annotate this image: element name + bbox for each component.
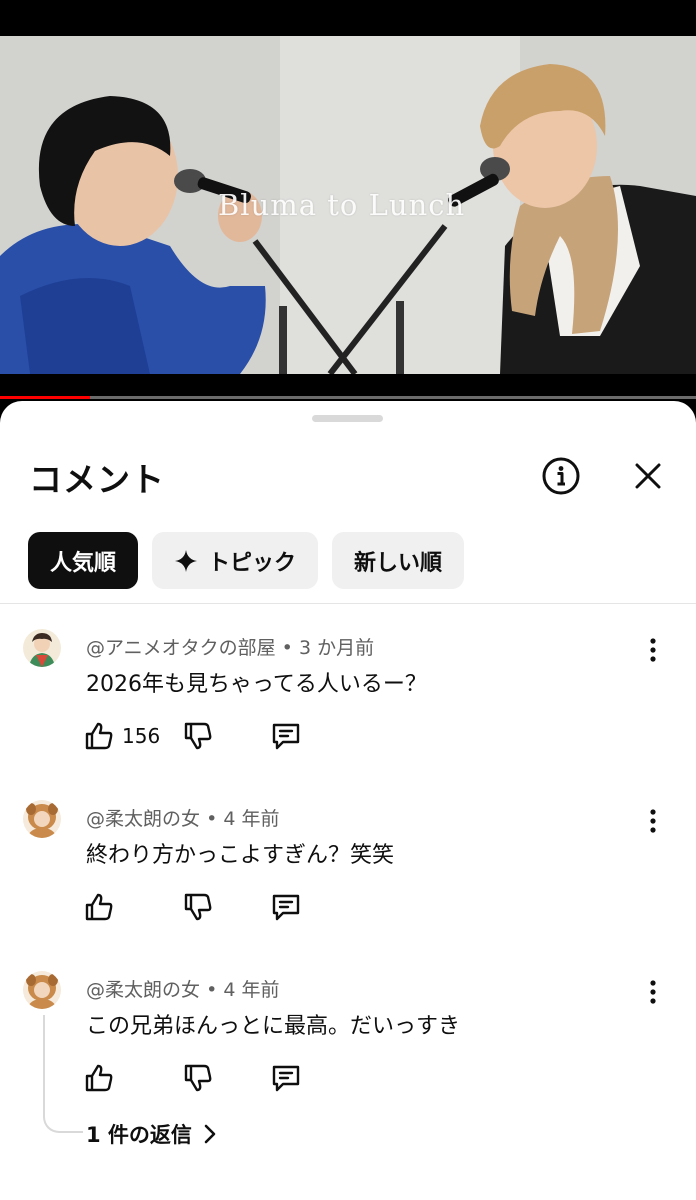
- like-button[interactable]: 156: [84, 719, 160, 753]
- thumbs-down-icon: [184, 893, 212, 921]
- comment-item: @柔太朗の女 • 4 年前 この兄弟ほんっとに最高。だいっすき 1 件の返信: [0, 971, 696, 1200]
- comment-author[interactable]: @アニメオタクの部屋: [86, 637, 276, 659]
- info-icon: [542, 457, 580, 495]
- comment-author[interactable]: @柔太朗の女: [86, 808, 200, 830]
- chip-label: 新しい順: [354, 550, 443, 576]
- reply-button[interactable]: [270, 719, 302, 753]
- comment-reply-icon: [272, 723, 300, 750]
- video-overlay-title: Bluma to Lunch: [218, 188, 466, 222]
- avatar[interactable]: [23, 971, 61, 1009]
- comment-reply-icon: [272, 1065, 300, 1092]
- more-options-button[interactable]: [640, 633, 666, 667]
- dislike-button[interactable]: [183, 890, 213, 924]
- replies-count-label: 1 件の返信: [86, 1123, 192, 1147]
- drag-handle[interactable]: [312, 415, 383, 422]
- thumbs-up-icon: [85, 722, 113, 750]
- more-options-button[interactable]: [640, 975, 666, 1009]
- avatar[interactable]: [23, 629, 61, 667]
- more-vert-icon: [650, 980, 656, 1004]
- more-options-button[interactable]: [640, 804, 666, 838]
- comments-sheet: コメント 人気順 トピック 新しい順 @アニメオタクの部屋 • 3 か月前 20…: [0, 401, 696, 1200]
- info-button[interactable]: [540, 455, 582, 497]
- comment-author[interactable]: @柔太朗の女: [86, 979, 200, 1001]
- comment-time: 4 年前: [223, 979, 280, 1001]
- meta-separator: •: [206, 808, 218, 830]
- comment-item: @柔太朗の女 • 4 年前 終わり方かっこよすぎん？笑笑: [0, 800, 696, 970]
- comment-text: 終わり方かっこよすぎん？笑笑: [86, 843, 395, 868]
- comment-reply-icon: [272, 894, 300, 921]
- video-progress-bar[interactable]: [0, 396, 696, 399]
- more-vert-icon: [650, 809, 656, 833]
- divider: [0, 603, 696, 604]
- sort-chips: 人気順 トピック 新しい順: [28, 532, 465, 589]
- comment-time: 4 年前: [223, 808, 280, 830]
- chip-newest[interactable]: 新しい順: [332, 532, 465, 589]
- reply-button[interactable]: [270, 1061, 302, 1095]
- thumbs-up-icon: [85, 893, 113, 921]
- dislike-button[interactable]: [183, 719, 213, 753]
- sheet-title: コメント: [29, 460, 165, 499]
- like-button[interactable]: [84, 890, 114, 924]
- like-button[interactable]: [84, 1061, 114, 1095]
- comment-item: @アニメオタクの部屋 • 3 か月前 2026年も見ちゃってる人いるー？ 156: [0, 629, 696, 799]
- close-icon: [635, 463, 661, 489]
- close-button[interactable]: [627, 455, 669, 497]
- video-player[interactable]: Bluma to Lunch: [0, 36, 696, 374]
- view-replies-link[interactable]: 1 件の返信: [86, 1119, 216, 1149]
- thread-line: [43, 1015, 83, 1133]
- comment-meta: @柔太朗の女 • 4 年前: [86, 804, 279, 831]
- chip-label: トピック: [208, 550, 297, 576]
- comment-time: 3 か月前: [298, 637, 375, 659]
- comment-meta: @柔太朗の女 • 4 年前: [86, 975, 279, 1002]
- meta-separator: •: [281, 637, 293, 659]
- avatar[interactable]: [23, 800, 61, 838]
- chip-label: 人気順: [50, 550, 117, 576]
- chevron-right-icon: [204, 1124, 216, 1144]
- thumbs-up-icon: [85, 1064, 113, 1092]
- dislike-button[interactable]: [183, 1061, 213, 1095]
- comment-text: この兄弟ほんっとに最高。だいっすき: [86, 1014, 461, 1039]
- chip-popular[interactable]: 人気順: [28, 532, 139, 589]
- video-progress-fill: [0, 396, 91, 399]
- chip-topics[interactable]: トピック: [152, 532, 319, 589]
- more-vert-icon: [650, 638, 656, 662]
- thumbs-down-icon: [184, 722, 212, 750]
- thumbs-down-icon: [184, 1064, 212, 1092]
- like-count: 156: [122, 724, 161, 748]
- comment-text: 2026年も見ちゃってる人いるー？: [86, 672, 427, 697]
- meta-separator: •: [206, 979, 218, 1001]
- reply-button[interactable]: [270, 890, 302, 924]
- sparkle-icon: [174, 549, 198, 573]
- comment-meta: @アニメオタクの部屋 • 3 か月前: [86, 633, 374, 660]
